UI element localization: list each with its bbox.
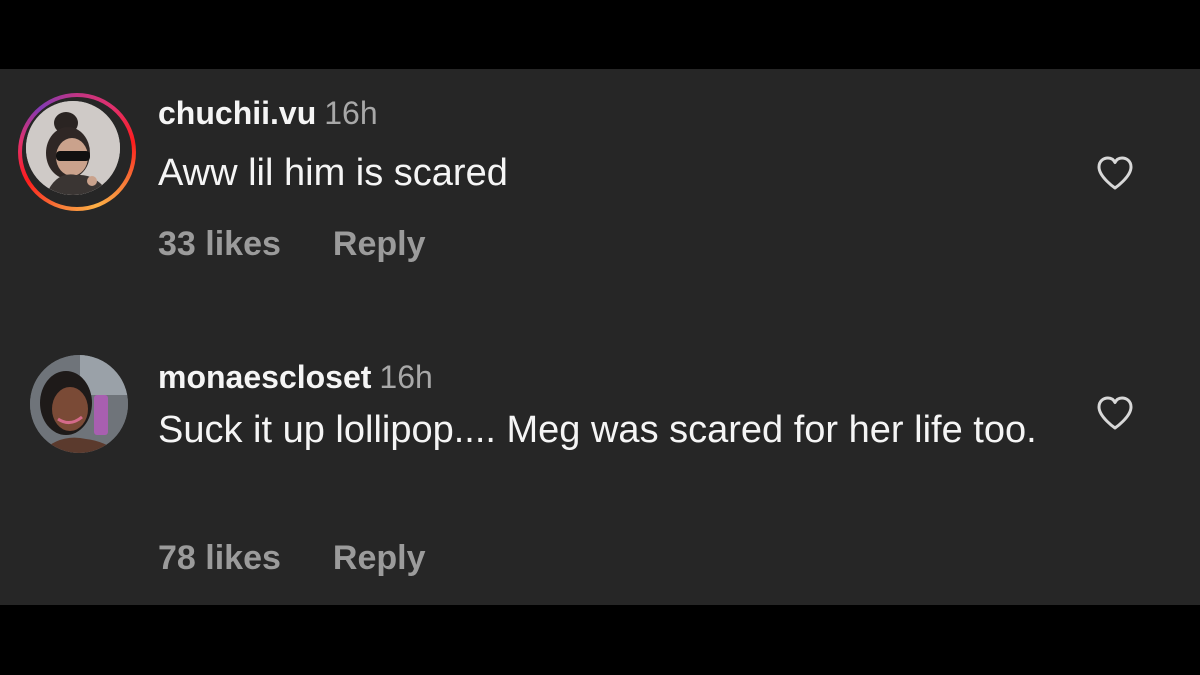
avatar[interactable] xyxy=(30,355,128,453)
story-ring xyxy=(18,93,136,211)
heart-outline-icon[interactable] xyxy=(1096,155,1134,191)
comment-actions: 33 likes Reply xyxy=(158,225,425,264)
likes-count[interactable]: 33 likes xyxy=(158,225,281,264)
username[interactable]: monaescloset xyxy=(158,359,371,395)
comments-panel: chuchii.vu 16h Aww lil him is scared 33 l… xyxy=(0,69,1200,605)
comment-text: Suck it up lollipop.... Meg was scared f… xyxy=(158,409,1037,451)
heart-outline-icon[interactable] xyxy=(1096,395,1134,431)
comment-header: chuchii.vu 16h xyxy=(158,95,378,132)
comment-text: Aww lil him is scared xyxy=(158,152,508,194)
comment-actions: 78 likes Reply xyxy=(158,539,425,578)
screen: chuchii.vu 16h Aww lil him is scared 33 l… xyxy=(0,0,1200,675)
username[interactable]: chuchii.vu xyxy=(158,95,316,131)
avatar[interactable] xyxy=(18,93,136,211)
reply-button[interactable]: Reply xyxy=(333,225,426,264)
timestamp: 16h xyxy=(324,95,378,131)
comment-header: monaescloset 16h xyxy=(158,359,433,396)
likes-count[interactable]: 78 likes xyxy=(158,539,281,578)
avatar-image xyxy=(26,101,120,195)
timestamp: 16h xyxy=(379,359,433,395)
reply-button[interactable]: Reply xyxy=(333,539,426,578)
